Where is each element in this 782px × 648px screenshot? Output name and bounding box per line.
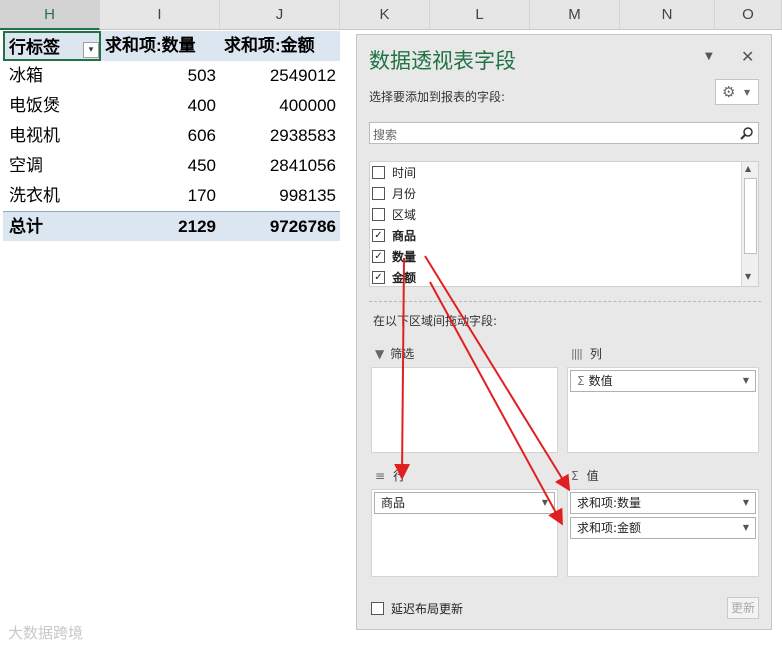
arrow-amount-to-values xyxy=(429,281,563,526)
watermark: 大数据跨境 xyxy=(8,624,84,642)
arrow-product-to-rows xyxy=(394,257,411,480)
arrow-qty-to-values xyxy=(424,255,571,492)
annotation-arrows xyxy=(394,255,571,526)
